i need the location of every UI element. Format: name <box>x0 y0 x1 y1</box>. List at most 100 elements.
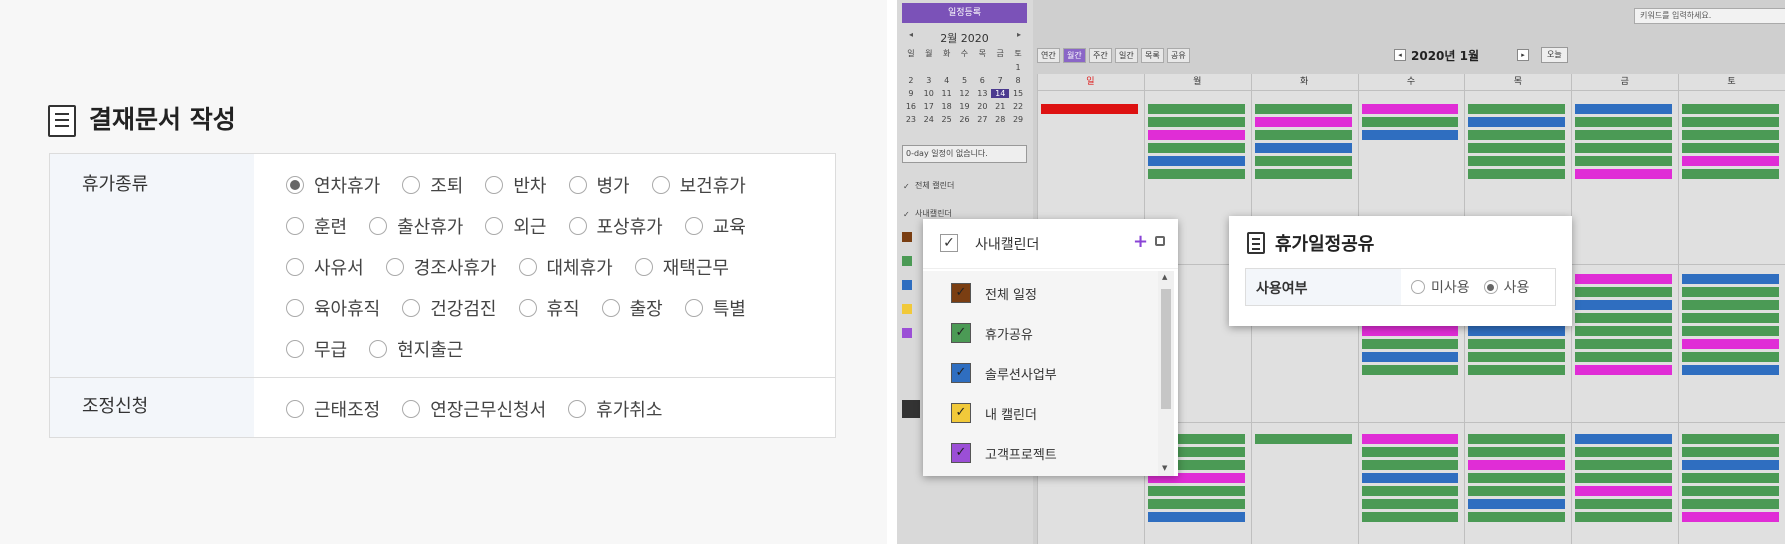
calendar-event-bar[interactable] <box>1575 434 1673 444</box>
today-button[interactable]: 오늘 <box>1541 47 1568 63</box>
calendar-event-bar[interactable] <box>1575 460 1673 470</box>
calendar-event-bar[interactable] <box>1575 143 1673 153</box>
radio-option[interactable]: 반차 <box>485 164 547 205</box>
check-icon[interactable]: ✓ <box>951 403 971 423</box>
calendar-event-bar[interactable] <box>1575 339 1673 349</box>
calendar-event-bar[interactable] <box>1361 447 1459 457</box>
radio-button[interactable] <box>286 399 304 418</box>
register-event-button[interactable]: 일정등록 <box>902 3 1027 23</box>
calendar-event-bar[interactable] <box>1361 130 1459 140</box>
event-select[interactable]: 0-day 일정이 없습니다. <box>902 145 1027 163</box>
prev-month-icon[interactable]: ◂ <box>1394 49 1406 61</box>
radio-button[interactable] <box>402 298 421 317</box>
calendar-event-bar[interactable] <box>1468 434 1566 444</box>
calendar-event-bar[interactable] <box>1682 156 1779 166</box>
mini-cal-day[interactable]: 12 <box>956 89 974 98</box>
calendar-event-bar[interactable] <box>1575 287 1673 297</box>
calendar-event-bar[interactable] <box>1254 156 1352 166</box>
mini-cal-day[interactable]: 8 <box>1009 76 1027 85</box>
calendar-event-bar[interactable] <box>1575 365 1673 375</box>
calendar-event-bar[interactable] <box>1361 434 1459 444</box>
radio-option[interactable]: 사용 <box>1483 277 1529 297</box>
mini-cal-day[interactable]: 3 <box>920 76 938 85</box>
calendar-item[interactable]: ✓ 고객프로젝트 <box>951 433 1057 473</box>
view-tab[interactable]: 공유 <box>1167 48 1190 63</box>
radio-button[interactable] <box>385 257 404 276</box>
radio-option[interactable]: 휴직 <box>518 287 580 328</box>
calendar-event-bar[interactable] <box>1468 130 1566 140</box>
radio-button[interactable] <box>286 257 304 276</box>
calendar-item[interactable]: ✓ 전체 일정 <box>951 273 1037 313</box>
check-icon[interactable]: ✓ <box>951 323 971 343</box>
view-tab[interactable]: 목록 <box>1141 48 1164 63</box>
radio-button[interactable] <box>286 175 304 194</box>
calendar-event-bar[interactable] <box>1682 104 1779 114</box>
radio-option[interactable]: 특별 <box>684 287 746 328</box>
scroll-down-icon[interactable]: ▼ <box>1162 464 1167 472</box>
mini-cal-day[interactable]: 24 <box>920 115 938 124</box>
calendar-event-bar[interactable] <box>1682 365 1779 375</box>
mini-cal-day[interactable]: 29 <box>1009 115 1027 124</box>
calendar-event-bar[interactable] <box>1468 460 1566 470</box>
calendar-event-bar[interactable] <box>1468 499 1566 509</box>
calendar-event-bar[interactable] <box>1468 339 1566 349</box>
calendar-event-bar[interactable] <box>1468 473 1566 483</box>
calendar-event-bar[interactable] <box>1254 143 1352 153</box>
mini-cal-day[interactable]: 11 <box>938 89 956 98</box>
calendar-event-bar[interactable] <box>1361 365 1459 375</box>
mini-cal-day[interactable]: 15 <box>1009 89 1027 98</box>
radio-option[interactable]: 현지출근 <box>369 328 463 369</box>
calendar-item[interactable]: ✓ 휴가공유 <box>951 313 1033 353</box>
calendar-event-bar[interactable] <box>1147 512 1245 522</box>
radio-option[interactable]: 근태조정 <box>286 388 380 429</box>
calendar-event-bar[interactable] <box>1682 339 1779 349</box>
radio-option[interactable]: 휴가취소 <box>568 388 662 429</box>
calendar-event-bar[interactable] <box>1254 169 1352 179</box>
calendar-event-bar[interactable] <box>1361 473 1459 483</box>
radio-button[interactable] <box>568 175 587 194</box>
radio-button[interactable] <box>286 216 304 235</box>
calendar-event-bar[interactable] <box>1682 447 1779 457</box>
scrollbar[interactable]: ▲ ▼ <box>1158 271 1174 476</box>
calendar-event-bar[interactable] <box>1575 512 1673 522</box>
calendar-event-bar[interactable] <box>1361 486 1459 496</box>
mini-cal-day[interactable]: 18 <box>938 102 956 111</box>
check-icon[interactable]: ✓ <box>940 234 958 252</box>
calendar-event-bar[interactable] <box>1682 499 1779 509</box>
mini-cal-day[interactable]: 19 <box>956 102 974 111</box>
mini-cal-day[interactable]: 2 <box>902 76 920 85</box>
calendar-event-bar[interactable] <box>1575 117 1673 127</box>
mini-cal-day[interactable]: 20 <box>973 102 991 111</box>
radio-button[interactable] <box>402 399 421 418</box>
calendar-event-bar[interactable] <box>1575 499 1673 509</box>
check-icon[interactable]: ✓ <box>951 363 971 383</box>
radio-option[interactable]: 경조사휴가 <box>385 246 497 287</box>
next-month-icon[interactable]: ▸ <box>1517 49 1529 61</box>
calendar-event-bar[interactable] <box>1575 486 1673 496</box>
radio-button[interactable] <box>684 298 703 317</box>
calendar-event-bar[interactable] <box>1682 473 1779 483</box>
radio-button[interactable] <box>684 216 703 235</box>
calendar-event-bar[interactable] <box>1361 117 1459 127</box>
calendar-event-bar[interactable] <box>1147 117 1245 127</box>
radio-option[interactable]: 재택근무 <box>634 246 729 287</box>
calendar-event-bar[interactable] <box>1682 143 1779 153</box>
calendar-event-bar[interactable] <box>1147 156 1245 166</box>
mini-cal-day[interactable]: 4 <box>938 76 956 85</box>
mini-cal-day[interactable]: 23 <box>902 115 920 124</box>
view-tab[interactable]: 월간 <box>1063 48 1086 63</box>
calendar-event-bar[interactable] <box>1682 460 1779 470</box>
radio-button[interactable] <box>485 216 504 235</box>
view-tab[interactable]: 연간 <box>1037 48 1060 63</box>
radio-button[interactable] <box>518 257 537 276</box>
calendar-event-bar[interactable] <box>1682 352 1779 362</box>
calendar-event-bar[interactable] <box>1575 473 1673 483</box>
calendar-item[interactable]: ✓ 내 캘린더 <box>951 393 1037 433</box>
radio-button[interactable] <box>369 339 388 358</box>
view-tab[interactable]: 주간 <box>1089 48 1112 63</box>
radio-option[interactable]: 포상휴가 <box>568 205 663 246</box>
calendar-event-bar[interactable] <box>1682 434 1779 444</box>
mini-cal-day[interactable]: 9 <box>902 89 920 98</box>
radio-button[interactable] <box>286 298 304 317</box>
radio-option[interactable]: 병가 <box>568 164 630 205</box>
